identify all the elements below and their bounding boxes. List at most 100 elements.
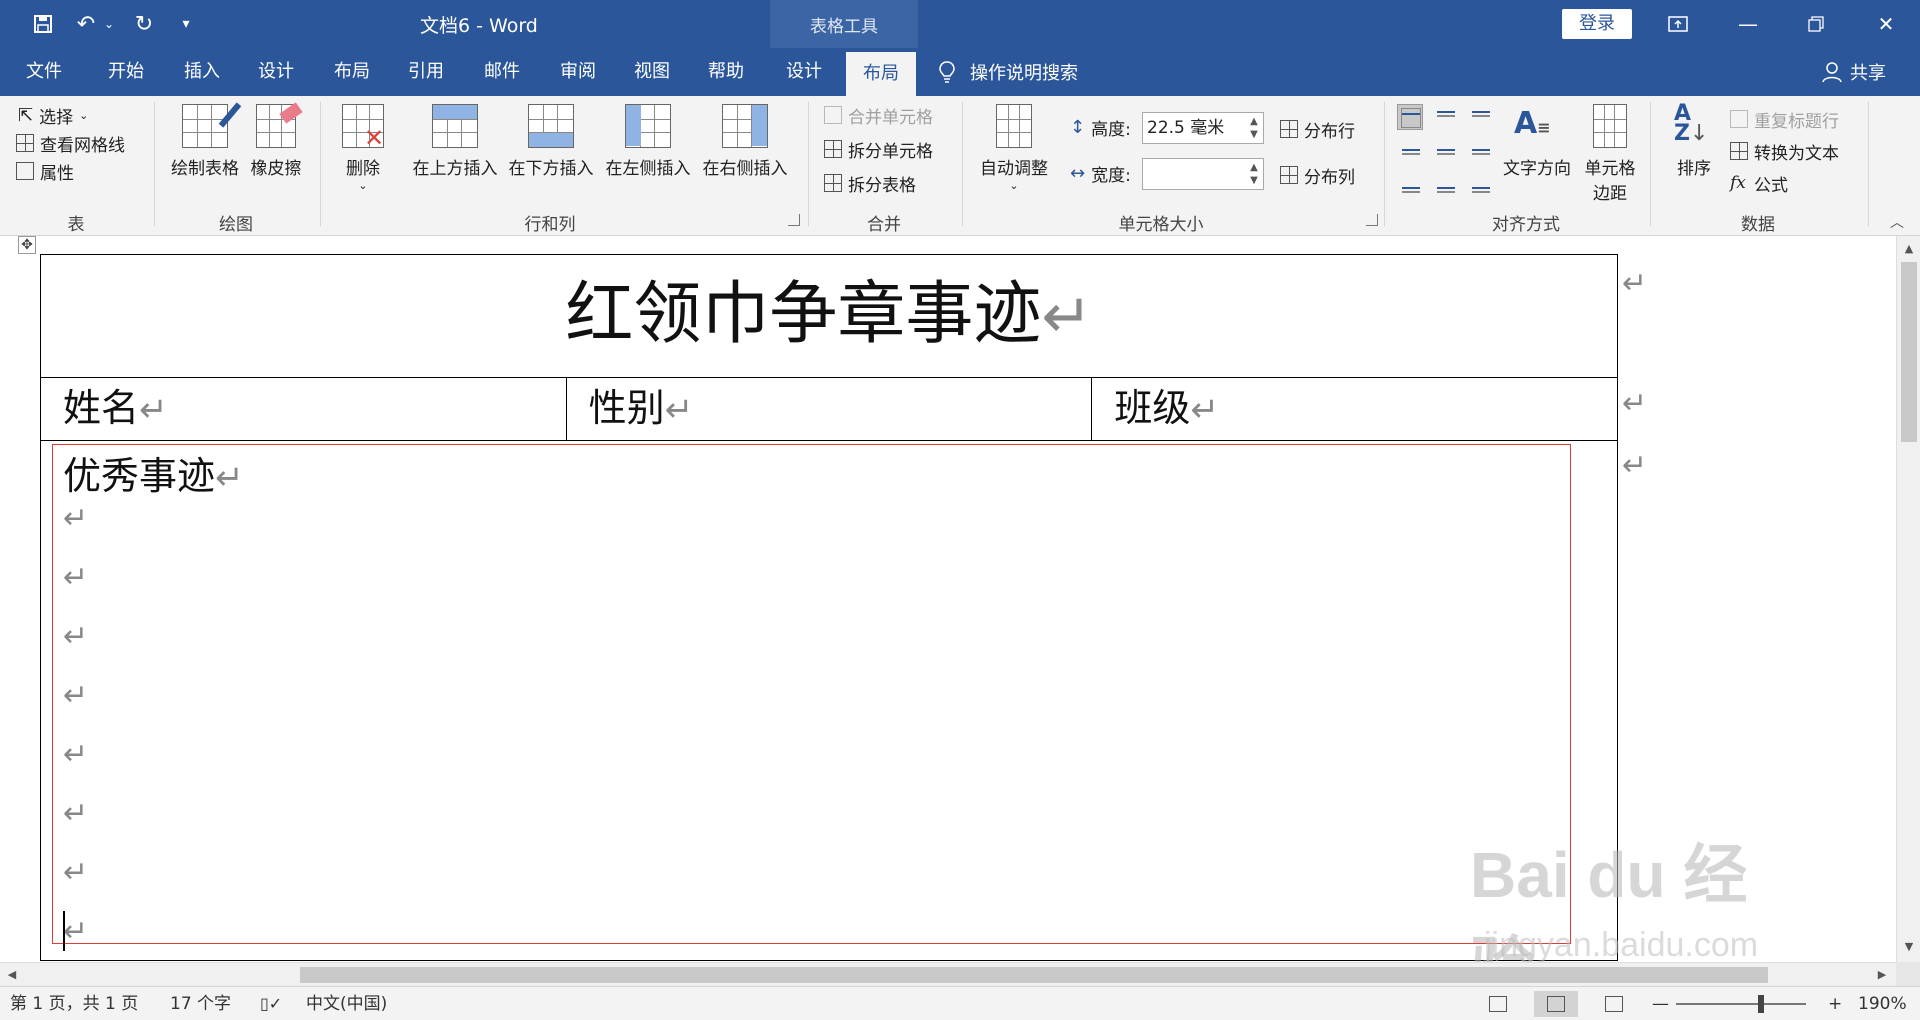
gender-cell[interactable]: 性别↵ <box>565 377 1093 441</box>
undo-dropdown-icon[interactable]: ⌄ <box>102 10 116 38</box>
split-cells-button[interactable]: 拆分单元格 <box>824 136 933 162</box>
align-bottom-left-button[interactable] <box>1397 172 1423 198</box>
zoom-in-icon[interactable]: + <box>1828 987 1842 1020</box>
properties-button[interactable]: 属性 <box>16 158 74 184</box>
restore-icon[interactable] <box>1782 0 1850 48</box>
height-spinner[interactable]: ▲ ▼ <box>1247 115 1261 141</box>
cell-margins-button[interactable]: 单元格 边距 <box>1580 104 1640 204</box>
zoom-level[interactable]: 190% <box>1858 987 1907 1020</box>
tab-layout[interactable]: 布局 <box>322 48 382 96</box>
eraser-label: 橡皮擦 <box>250 159 302 179</box>
split-table-icon <box>824 174 842 192</box>
status-bar: 第 1 页，共 1 页 17 个字 ▯✓ 中文(中国) — + 190% <box>0 986 1920 1020</box>
tab-references[interactable]: 引用 <box>396 48 456 96</box>
align-center-button[interactable] <box>1432 138 1458 164</box>
delete-button[interactable]: ✕ 删除 ⌄ <box>334 104 392 192</box>
group-separator <box>1650 102 1651 226</box>
vertical-scrollbar[interactable]: ▲ ▼ <box>1896 236 1920 962</box>
split-table-button[interactable]: 拆分表格 <box>824 170 916 196</box>
zoom-out-icon[interactable]: — <box>1652 987 1669 1020</box>
height-input[interactable]: 22.5 毫米 ▲ ▼ <box>1142 112 1264 144</box>
tab-table-layout[interactable]: 布局 <box>846 52 916 96</box>
align-top-left-button[interactable] <box>1397 104 1423 130</box>
insert-below-button[interactable]: 在下方插入 <box>506 104 596 179</box>
tab-review[interactable]: 审阅 <box>548 48 608 96</box>
align-center-right-button[interactable] <box>1467 138 1493 164</box>
tab-table-design[interactable]: 设计 <box>774 48 834 96</box>
tab-mailings[interactable]: 邮件 <box>472 48 532 96</box>
redo-icon[interactable]: ↻ <box>128 10 160 38</box>
read-mode-button[interactable] <box>1476 991 1520 1017</box>
cell-margins-label-2: 边距 <box>1593 184 1627 204</box>
align-bottom-center-button[interactable] <box>1432 172 1458 198</box>
class-cell[interactable]: 班级↵ <box>1091 377 1618 441</box>
document-canvas[interactable]: ✥ 红领巾争章事迹↵ 姓名↵ 性别↵ 班级↵ 优秀事迹↵ ↵ ↵ ↵ ↵ ↵ ↵… <box>0 236 1896 962</box>
view-gridlines-button[interactable]: 查看网格线 <box>16 130 125 156</box>
draw-table-button[interactable]: 绘制表格 <box>168 102 242 179</box>
tab-home[interactable]: 开始 <box>96 48 156 96</box>
deeds-cell[interactable]: 优秀事迹↵ ↵ ↵ ↵ ↵ ↵ ↵ ↵ ↵ <box>40 440 1618 961</box>
table-move-handle-icon[interactable]: ✥ <box>18 236 36 254</box>
select-button[interactable]: ⇱ 选择 ⌄ <box>18 102 88 128</box>
scroll-left-icon[interactable]: ◀ <box>2 964 22 986</box>
group-separator <box>1384 102 1385 226</box>
tab-design[interactable]: 设计 <box>246 48 306 96</box>
word-count[interactable]: 17 个字 <box>170 987 231 1020</box>
language-indicator[interactable]: 中文(中国) <box>306 987 387 1020</box>
distribute-columns-button[interactable]: 分布列 <box>1280 162 1355 188</box>
table-title-cell[interactable]: 红领巾争章事迹↵ <box>40 254 1618 378</box>
tab-file[interactable]: 文件 <box>14 48 74 96</box>
align-top-center-button[interactable] <box>1432 104 1458 130</box>
eraser-button[interactable]: 橡皮擦 <box>246 102 306 179</box>
login-button[interactable]: 登录 <box>1562 9 1632 39</box>
insert-right-button[interactable]: 在右侧插入 <box>700 104 790 179</box>
align-bottom-right-button[interactable] <box>1467 172 1493 198</box>
group-label-rows-columns: 行和列 <box>524 215 576 235</box>
minimize-icon[interactable]: — <box>1714 0 1782 48</box>
cell-size-dialog-launcher-icon[interactable] <box>1366 214 1378 226</box>
autofit-button[interactable]: 自动调整 ⌄ <box>974 104 1054 192</box>
vertical-scroll-thumb[interactable] <box>1901 262 1917 442</box>
width-input[interactable]: ▲ ▼ <box>1142 158 1264 190</box>
sort-button[interactable]: A Z↓ 排序 <box>1664 103 1724 180</box>
zoom-slider-thumb[interactable] <box>1758 995 1764 1013</box>
delete-label: 删除 <box>346 159 380 179</box>
insert-left-button[interactable]: 在左侧插入 <box>603 104 693 179</box>
tab-insert[interactable]: 插入 <box>172 48 232 96</box>
customize-qat-icon[interactable]: ▾ <box>176 10 196 38</box>
collapse-ribbon-icon[interactable]: ︿ <box>1890 212 1904 232</box>
save-icon[interactable] <box>28 10 58 38</box>
close-icon[interactable]: ✕ <box>1852 0 1920 48</box>
tab-help[interactable]: 帮助 <box>696 48 756 96</box>
zoom-slider-track[interactable] <box>1676 1003 1806 1005</box>
undo-icon[interactable]: ↶ <box>70 10 102 38</box>
insert-above-button[interactable]: 在上方插入 <box>410 104 500 179</box>
horizontal-scrollbar[interactable]: ◀ ▶ <box>0 962 1896 986</box>
scroll-down-icon[interactable]: ▼ <box>1899 936 1919 958</box>
share-button[interactable]: 共享 <box>1822 48 1886 96</box>
ribbon-display-options-icon[interactable] <box>1644 0 1712 48</box>
align-top-right-button[interactable] <box>1467 104 1493 130</box>
tell-me-search[interactable]: 操作说明搜索 <box>938 48 1078 96</box>
rows-columns-dialog-launcher-icon[interactable] <box>788 214 800 226</box>
proofing-icon[interactable]: ▯✓ <box>260 987 282 1020</box>
convert-to-text-button[interactable]: 转换为文本 <box>1730 138 1839 164</box>
text-direction-button[interactable]: A≡ 文字方向 <box>1496 104 1578 179</box>
print-layout-button[interactable] <box>1534 991 1578 1017</box>
merge-cells-button[interactable]: 合并单元格 <box>824 102 933 128</box>
highlight-box <box>52 444 1571 944</box>
scroll-right-icon[interactable]: ▶ <box>1872 964 1892 986</box>
web-layout-button[interactable] <box>1592 991 1636 1017</box>
name-cell[interactable]: 姓名↵ <box>40 377 567 441</box>
formula-button[interactable]: fx 公式 <box>1730 170 1788 196</box>
width-label: 宽度: <box>1091 165 1131 186</box>
page-count[interactable]: 第 1 页，共 1 页 <box>10 987 138 1020</box>
autofit-icon <box>996 104 1032 148</box>
repeat-header-rows-button[interactable]: 重复标题行 <box>1730 106 1839 132</box>
distribute-rows-button[interactable]: 分布行 <box>1280 116 1355 142</box>
scroll-up-icon[interactable]: ▲ <box>1899 238 1919 260</box>
width-spinner[interactable]: ▲ ▼ <box>1247 161 1261 187</box>
horizontal-scroll-thumb[interactable] <box>300 967 1768 983</box>
align-center-left-button[interactable] <box>1397 138 1423 164</box>
tab-view[interactable]: 视图 <box>622 48 682 96</box>
